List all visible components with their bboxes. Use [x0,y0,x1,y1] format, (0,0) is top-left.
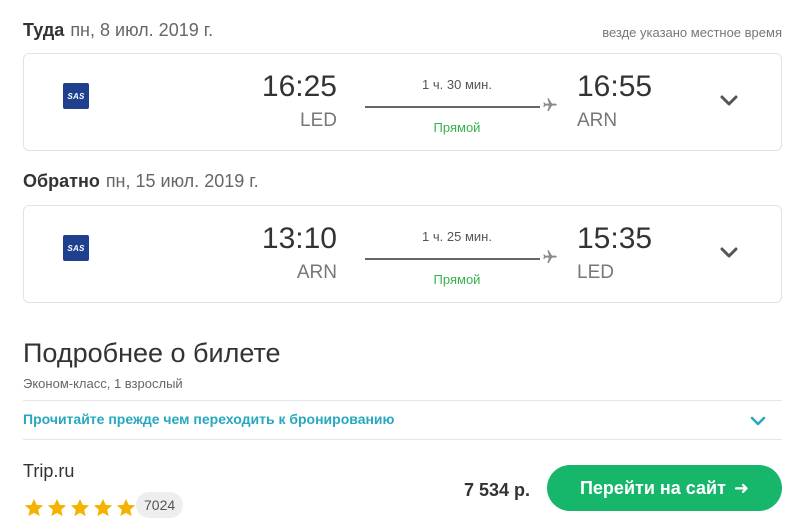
go-to-site-button[interactable]: Перейти на сайт ➜ [547,465,782,511]
outbound-flight-type: Прямой [433,120,481,135]
star-icon [93,498,113,517]
arrow-right-icon: ➜ [733,477,749,498]
read-before-booking-link[interactable]: Прочитайте прежде чем переходить к брони… [23,411,395,427]
star-icon [24,498,44,517]
rating-stars [23,497,137,519]
return-direction-label: Обратно [23,171,100,191]
return-arrive-code: LED [577,262,614,283]
outbound-arrive-code: ARN [577,110,618,131]
outbound-duration: 1 ч. 30 мин. [422,77,492,92]
vendor-name: Trip.ru [23,461,75,481]
sas-logo-text: SAS [67,243,85,253]
chevron-down-icon[interactable] [719,94,739,108]
ticket-class-info: Эконом-класс, 1 взрослый [23,376,183,391]
chevron-down-icon[interactable] [719,246,739,260]
return-route-line [365,258,540,260]
outbound-flight-card[interactable]: SAS 16:25 LED 1 ч. 30 мин. Прямой 16:55 … [23,53,782,151]
return-depart-time: 13:10 [261,222,337,255]
outbound-depart-time: 16:25 [261,70,337,103]
star-icon [70,498,90,517]
timezone-note: везде указано местное время [602,25,782,40]
plane-icon [542,97,558,115]
outbound-depart-code: LED [300,110,337,131]
ticket-details-title: Подробнее о билете [23,338,281,368]
return-date: пн, 15 июл. 2019 г. [105,171,259,191]
ticket-price: 7 534 р. [463,480,530,500]
outbound-arrive-time: 16:55 [577,70,653,103]
sas-logo: SAS [63,235,89,261]
outbound-route-line [365,106,540,108]
return-depart-code: ARN [296,262,337,283]
return-flight-card[interactable]: SAS 13:10 ARN 1 ч. 25 мин. Прямой 15:35 … [23,205,782,303]
return-header: Обратно пн, 15 июл. 2019 г. [23,171,259,195]
return-arrive-time: 15:35 [577,222,653,255]
divider [23,439,782,440]
divider [23,400,782,401]
sas-logo: SAS [63,83,89,109]
sas-logo-text: SAS [67,91,85,101]
outbound-date: пн, 8 июл. 2019 г. [70,20,214,40]
chevron-down-icon[interactable] [750,414,766,426]
outbound-direction-label: Туда [23,20,65,40]
review-count-badge: 7024 [136,492,184,518]
plane-icon [542,249,558,267]
star-icon [116,498,136,517]
star-icon [47,498,67,517]
return-flight-type: Прямой [433,272,481,287]
go-to-site-button-label: Перейти на сайт [579,477,726,498]
outbound-header: Туда пн, 8 июл. 2019 г. [23,20,213,44]
return-duration: 1 ч. 25 мин. [422,229,492,244]
